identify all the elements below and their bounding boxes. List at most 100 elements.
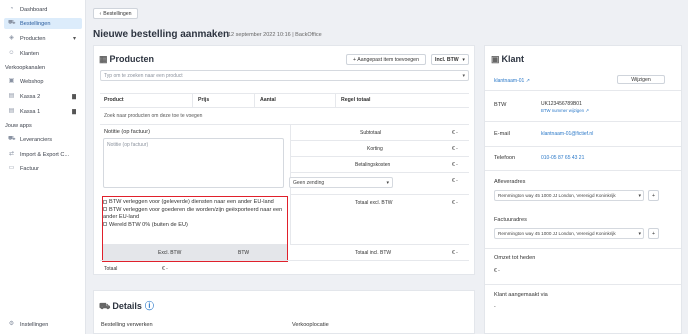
add-invoice-address-button[interactable]: + [648,228,659,239]
divider [100,93,469,94]
sidebar-item-import-export[interactable]: ⇄ Import & Export C... [4,149,82,160]
divider [485,284,681,285]
sidebar-item-label: Webshop [20,78,44,85]
change-vat-link[interactable]: BTW nummer wijzigen ↗ [541,108,589,114]
note-textarea[interactable]: Notitie (op factuur) [103,138,284,188]
product-search-input[interactable]: Typ om te zoeken naar een product ▾ [100,70,469,81]
details-card: ⛟ Details ⓘ Bestelling verwerken Verkooplo… [93,290,475,334]
invoice-icon: ▭ [8,165,15,171]
subtotal-label: Subtotaal [360,130,382,136]
divider [254,93,255,107]
back-button[interactable]: ‹ Bestellingen [93,8,138,19]
sidebar-item-label: Bestellingen [20,20,51,27]
divider [335,93,336,107]
divider [290,172,469,173]
change-customer-button[interactable]: Wijzigen [617,75,665,84]
revenue-value: € - [494,268,500,274]
sidebar-item-label: Kassa 2 [20,93,41,100]
sidebar: ◔ Dashboard ⛟ Bestellingen ◈ Producten ▾ ☺ Kl… [0,0,86,334]
chevron-down-icon: ▾ [638,192,641,199]
invoice-address-select[interactable]: Remmington way 45 1000 JJ London, Vereni… [494,228,644,239]
user-icon: ▣ [491,54,500,64]
products-title-text: Producten [109,54,155,64]
sidebar-item-factuur[interactable]: ▭ Factuur [4,163,82,174]
chevron-down-icon: ▾ [638,230,641,237]
total-value: € - [162,266,168,272]
divider [100,107,469,108]
sidebar-item-label: Factuur [20,165,39,172]
discount-value: € - [452,146,458,152]
add-delivery-address-button[interactable]: + [648,190,659,201]
phone-link[interactable]: 010-05 87 65 43 21 [541,155,584,161]
plus-icon: + [651,230,656,237]
divider [290,194,469,195]
subtotal-value: € - [452,130,458,136]
empty-products-message: Zoek naar producten om deze toe te voege… [104,113,203,119]
vat-value: UK123456789B01 [541,101,582,107]
sidebar-item-bestellingen[interactable]: ⛟ Bestellingen [4,18,82,29]
chevron-left-icon: ‹ [99,10,102,17]
products-card: ▦ Producten + Aangepast item toevoegen In… [93,45,475,275]
register-status-icon: ▇ [72,93,76,100]
email-link[interactable]: klantnaam-01@fictief.nl [541,131,593,137]
sidebar-item-kassa-1[interactable]: ▤ Kassa 1 ▇ [4,106,82,117]
sidebar-item-webshop[interactable]: ▣ Webshop [4,76,82,87]
sidebar-item-dashboard[interactable]: ◔ Dashboard [4,4,82,15]
sidebar-item-label: Dashboard [20,6,48,13]
sidebar-item-instellingen[interactable]: ⚙ Instellingen [4,319,82,330]
store-icon: ▣ [8,78,15,84]
divider [290,140,469,141]
total-label: Totaal [104,266,118,272]
customer-title: ▣ Klant [491,54,524,65]
col-header-product: Product [104,97,124,103]
delivery-address-value: Remmington way 45 1000 JJ London, Vereni… [498,193,616,198]
add-custom-item-button[interactable]: + Aangepast item toevoegen [346,54,426,65]
customer-name: klantnaam-01 [494,78,525,84]
chevron-down-icon: ▾ [462,72,465,79]
sidebar-item-leveranciers[interactable]: ⛟ Leveranciers [4,134,82,145]
total-incl-label: Totaal incl. BTW [355,250,392,256]
created-via-value: - [494,304,496,310]
delivery-address-select[interactable]: Remmington way 45 1000 JJ London, Vereni… [494,190,644,201]
back-button-label: Bestellingen [103,10,132,17]
plus-icon: + [651,192,656,199]
sidebar-item-label: Leveranciers [20,136,53,143]
change-vat-label: BTW nummer wijzigen [541,108,584,113]
divider [100,124,469,125]
vat-mode-select[interactable]: Incl. BTW ▾ [431,54,469,65]
sidebar-section-sales: Verkoopkanalen [5,65,46,71]
customer-card: ▣ Klant klantnaam-01 ↗ Wijzigen BTW UK123… [484,45,682,334]
page-meta: 12 september 2022 10:16 | BackOffice [228,32,322,38]
divider [485,248,681,249]
main-content: ‹ Bestellingen Nieuwe bestelling aanmaken… [86,0,688,334]
handle-order-label: Bestelling verwerken [101,322,153,328]
sidebar-item-kassa-2[interactable]: ▤ Kassa 2 ▇ [4,91,82,102]
gear-icon: ⚙ [8,321,15,327]
chevron-down-icon: ▾ [462,56,465,63]
highlight-box [102,196,288,262]
invoice-address-label: Factuuradres [494,217,527,223]
sidebar-item-label: Kassa 1 [20,108,41,115]
sidebar-item-producten[interactable]: ◈ Producten ▾ [4,33,82,44]
sales-location-label: Verkooplocatie [292,322,329,328]
divider [290,244,469,245]
register-icon: ▤ [8,93,15,99]
sidebar-item-label: Producten [20,35,46,42]
total-incl-value: € - [452,250,458,256]
sidebar-item-klanten[interactable]: ☺ Klanten [4,48,82,59]
page-title: Nieuwe bestelling aanmaken [93,29,230,40]
sidebar-item-label: Klanten [20,50,39,57]
payment-costs-label: Betalingskosten [355,162,391,168]
email-label: E-mail [494,131,510,137]
col-header-price: Prijs [198,97,210,103]
customer-name-link[interactable]: klantnaam-01 ↗ [494,78,530,84]
divider [485,170,681,171]
note-placeholder: Notitie (op factuur) [107,142,149,148]
payment-costs-value: € - [452,162,458,168]
tag-icon: ◈ [9,35,14,41]
truck-icon: ⛟ [99,301,111,311]
shipping-select[interactable]: Geen zending ▾ [289,177,393,188]
vat-mode-value: Incl. BTW [435,56,459,63]
sidebar-item-label: Instellingen [20,321,49,328]
divider [485,90,681,91]
